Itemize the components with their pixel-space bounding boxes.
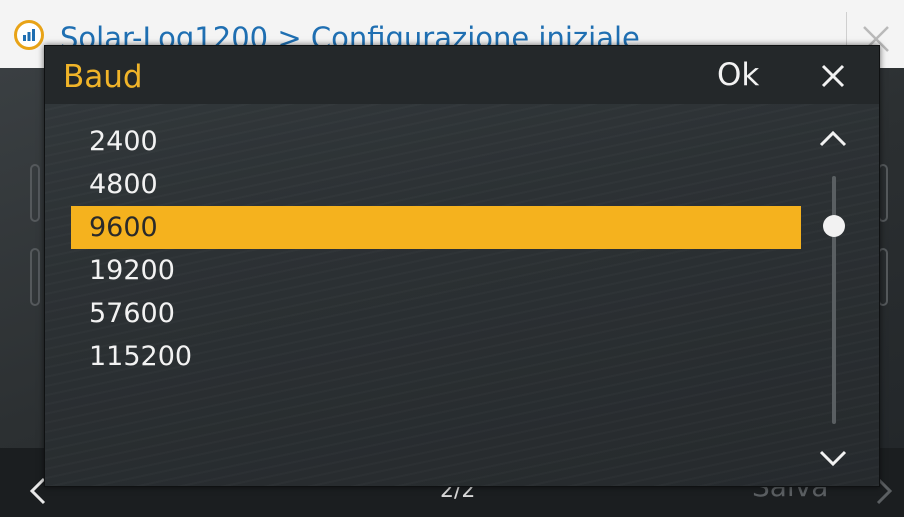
baud-option-selected[interactable]: 9600 bbox=[71, 206, 801, 249]
dialog-close-button[interactable] bbox=[817, 60, 849, 92]
background-field-edge bbox=[30, 248, 40, 306]
scroll-up-button[interactable] bbox=[818, 126, 848, 154]
baud-option[interactable]: 57600 bbox=[71, 292, 801, 335]
baud-options-list: 2400 4800 9600 19200 57600 115200 bbox=[71, 120, 801, 378]
dialog-title: Baud bbox=[63, 59, 143, 95]
scroll-down-button[interactable] bbox=[818, 446, 848, 474]
chevron-up-icon bbox=[819, 130, 847, 147]
solar-log-logo-icon bbox=[14, 20, 44, 50]
baud-option[interactable]: 4800 bbox=[71, 163, 801, 206]
chevron-down-icon bbox=[819, 450, 847, 467]
close-icon bbox=[821, 64, 845, 88]
scrollbar-thumb[interactable] bbox=[823, 215, 845, 237]
baud-option[interactable]: 115200 bbox=[71, 335, 801, 378]
baud-option[interactable]: 19200 bbox=[71, 249, 801, 292]
ok-button[interactable]: Ok bbox=[717, 56, 759, 94]
dialog-header: Baud Ok bbox=[45, 46, 879, 104]
background-field-edge bbox=[30, 164, 40, 222]
scrollbar-track[interactable] bbox=[832, 176, 836, 424]
baud-option[interactable]: 2400 bbox=[71, 120, 801, 163]
baud-dialog: Baud Ok 2400 4800 9600 19200 57600 115200 bbox=[44, 45, 880, 487]
screen: Solar-Log1200 > Configurazione iniziale … bbox=[0, 0, 904, 517]
